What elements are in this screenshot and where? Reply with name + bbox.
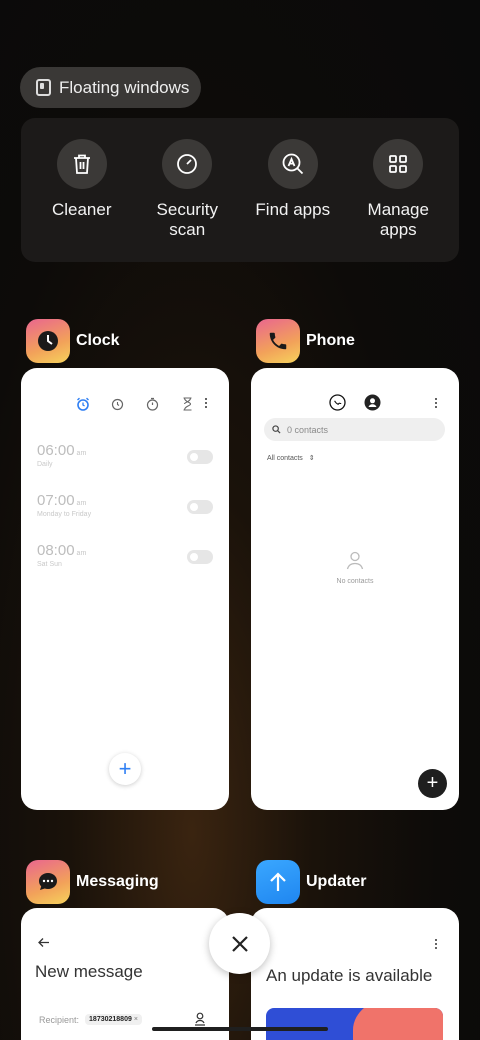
- find-apps-button[interactable]: Find apps: [243, 139, 343, 262]
- phone-app-card[interactable]: 0 contacts All contacts ⇕ No contacts +: [251, 368, 459, 810]
- stopwatch-tab-icon[interactable]: [135, 396, 170, 412]
- alarm-time: 08:00: [37, 542, 75, 559]
- close-all-button[interactable]: [209, 913, 270, 974]
- add-alarm-button[interactable]: +: [109, 753, 141, 785]
- add-contact-button[interactable]: +: [418, 769, 447, 798]
- alarm-repeat: Sat Sun: [37, 561, 62, 568]
- alarm-item[interactable]: 06:00 am Daily: [37, 442, 213, 468]
- updater-app-card[interactable]: An update is available: [251, 908, 459, 1040]
- messaging-app-name: Messaging: [76, 873, 159, 890]
- close-icon: [231, 935, 248, 952]
- recipient-chip-number: 18730218809: [89, 1016, 132, 1023]
- recipient-field[interactable]: Recipient: 18730218809 ×: [39, 1014, 142, 1025]
- clock-app-icon: [26, 319, 70, 363]
- phone-more-icon[interactable]: [435, 398, 437, 408]
- contacts-filter-label: All contacts: [267, 455, 303, 462]
- contacts-tab-icon[interactable]: [364, 394, 381, 411]
- update-available-title: An update is available: [266, 966, 433, 985]
- recipient-label: Recipient:: [39, 1014, 80, 1025]
- messaging-app-header[interactable]: Messaging: [26, 860, 159, 904]
- security-scan-label: Security scan: [156, 200, 218, 239]
- cleaner-label: Cleaner: [51, 200, 112, 219]
- recipient-chip[interactable]: 18730218809 ×: [85, 1014, 142, 1025]
- phone-app-name: Phone: [306, 332, 355, 349]
- phone-app-header[interactable]: Phone: [256, 319, 355, 363]
- alarm-repeat: Daily: [37, 461, 53, 468]
- alarm-ampm: am: [76, 450, 87, 457]
- alarm-toggle[interactable]: [187, 450, 213, 464]
- alarm-tab-icon[interactable]: [65, 396, 100, 412]
- floating-windows-button[interactable]: Floating windows: [20, 67, 201, 108]
- alarm-toggle[interactable]: [187, 500, 213, 514]
- clock-app-header[interactable]: Clock: [26, 319, 120, 363]
- contacts-filter-dropdown[interactable]: All contacts ⇕: [267, 454, 315, 462]
- no-contacts-text: No contacts: [336, 578, 374, 585]
- updater-more-icon[interactable]: [435, 939, 437, 949]
- alarm-item[interactable]: 07:00 am Monday to Friday: [37, 492, 213, 518]
- new-message-title: New message: [35, 962, 143, 981]
- world-clock-tab-icon[interactable]: [100, 396, 135, 412]
- clock-tabs: [65, 396, 205, 412]
- person-icon: [346, 551, 364, 570]
- quick-actions-panel: Cleaner Security scan Find apps Manage a…: [21, 118, 459, 262]
- manage-apps-button[interactable]: Manage apps: [348, 139, 448, 262]
- updater-app-icon: [256, 860, 300, 904]
- home-indicator[interactable]: [152, 1027, 328, 1031]
- grid-icon: [373, 139, 424, 189]
- alarm-ampm: am: [76, 500, 87, 507]
- trash-icon: [56, 139, 107, 189]
- alarm-item[interactable]: 08:00 am Sat Sun: [37, 542, 213, 568]
- alarm-toggle[interactable]: [187, 550, 213, 564]
- messaging-app-card[interactable]: New message Recipient: 18730218809 ×: [21, 908, 229, 1040]
- search-placeholder: 0 contacts: [287, 424, 329, 435]
- contact-picker-icon[interactable]: [194, 1012, 206, 1026]
- chip-close-icon[interactable]: ×: [134, 1016, 138, 1023]
- phone-tabs: [329, 394, 381, 411]
- contacts-search-input[interactable]: 0 contacts: [264, 418, 445, 441]
- search-icon: [272, 425, 281, 434]
- alarm-repeat: Monday to Friday: [37, 511, 92, 518]
- phone-app-icon: [256, 319, 300, 363]
- find-apps-icon: [267, 139, 318, 189]
- manage-apps-label: Manage apps: [367, 200, 429, 239]
- back-arrow-icon[interactable]: [37, 937, 50, 948]
- cleaner-button[interactable]: Cleaner: [32, 139, 132, 262]
- messaging-app-icon: [26, 860, 70, 904]
- updater-app-name: Updater: [306, 873, 367, 890]
- floating-windows-label: Floating windows: [59, 77, 190, 97]
- updater-app-header[interactable]: Updater: [256, 860, 366, 904]
- alarm-time: 06:00: [37, 442, 75, 459]
- alarm-time: 07:00: [37, 492, 75, 509]
- update-banner-image: [266, 1008, 443, 1040]
- clock-more-icon[interactable]: [205, 398, 207, 408]
- find-apps-label: Find apps: [255, 200, 331, 219]
- sort-arrows-icon: ⇕: [308, 455, 315, 462]
- clock-app-card[interactable]: 06:00 am Daily 07:00 am Monday to Friday 0…: [21, 368, 229, 810]
- calls-tab-icon[interactable]: [329, 394, 346, 411]
- clock-app-name: Clock: [76, 332, 120, 349]
- alarm-ampm: am: [76, 550, 87, 557]
- floating-window-icon: [36, 79, 51, 96]
- timer-tab-icon[interactable]: [170, 396, 205, 412]
- security-scan-icon: [162, 139, 213, 189]
- security-scan-button[interactable]: Security scan: [137, 139, 237, 262]
